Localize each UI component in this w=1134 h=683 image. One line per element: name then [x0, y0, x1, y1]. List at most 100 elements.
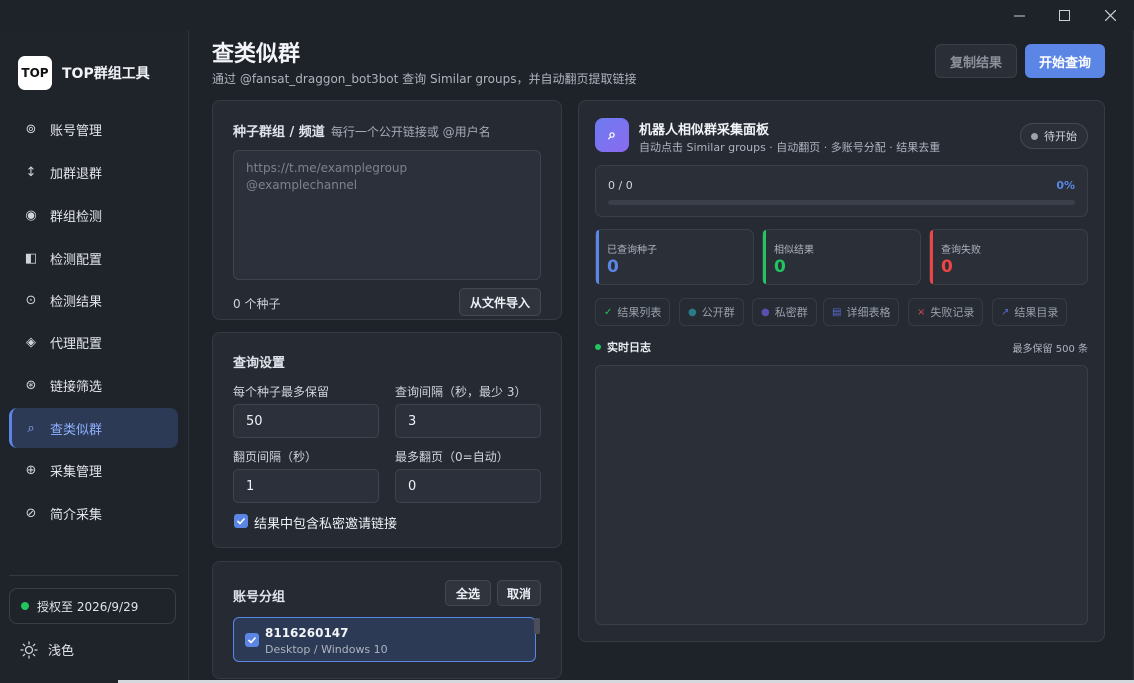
join-leave-icon: ↕	[25, 164, 37, 180]
log-header: 实时日志	[595, 339, 651, 355]
tab-public-groups[interactable]: ● 公开群	[679, 298, 744, 326]
seed-card: 种子群组 / 频道 每行一个公开链接或 @用户名 https://t.me/exa…	[212, 100, 562, 320]
tab-label: 详细表格	[846, 306, 891, 319]
sidebar-divider	[9, 575, 178, 576]
tab-result-directory[interactable]: ↗ 结果目录	[992, 298, 1068, 326]
start-query-button[interactable]: 开始查询	[1025, 44, 1105, 78]
panel-subtitle: 自动点击 Similar groups · 自动翻页 · 多账号分配 · 结果去…	[639, 141, 941, 154]
page-subtitle: 通过 @fansat_draggon_bot3bot 查询 Similar gr…	[212, 72, 637, 86]
dot-icon: ●	[688, 306, 697, 318]
stat-value: 0	[607, 257, 619, 277]
tab-private-groups[interactable]: ● 私密群	[752, 298, 817, 326]
close-icon[interactable]	[1087, 0, 1133, 30]
check-icon	[236, 517, 246, 525]
account-id: 8116260147	[265, 626, 349, 640]
stat-accent-bar	[763, 230, 766, 284]
status-dot-icon	[1031, 132, 1038, 140]
check-icon: ✓	[604, 306, 613, 318]
similar-panel: ⌕ 机器人相似群采集面板 自动点击 Similar groups · 自动翻页 …	[578, 100, 1105, 642]
stat-value: 0	[941, 257, 953, 277]
tab-label: 结果列表	[617, 306, 662, 319]
crosshair-icon: ⊕	[25, 462, 37, 478]
search-icon: ⌕	[595, 118, 629, 152]
settings-title: 查询设置	[233, 356, 286, 371]
sidebar-item-label: 简介采集	[50, 507, 103, 523]
tab-result-list[interactable]: ✓ 结果列表	[595, 298, 671, 326]
sidebar-item-bio-collect[interactable]: ⊘ 简介采集	[9, 493, 178, 533]
sidebar-item-label: 代理配置	[50, 336, 103, 352]
sidebar-item-label: 采集管理	[50, 464, 103, 480]
seed-hint: 每行一个公开链接或 @用户名	[330, 125, 491, 139]
status-dot-icon	[21, 602, 29, 610]
table-icon: ▤	[832, 306, 842, 318]
sidebar-item-join-leave[interactable]: ↕ 加群退群	[9, 152, 178, 192]
select-all-button[interactable]: 全选	[445, 580, 491, 606]
stat-queried-seeds: 已查询种子 0	[595, 229, 754, 285]
page-title: 查类似群	[212, 42, 301, 67]
max-keep-input[interactable]: 50	[233, 404, 379, 438]
maximize-icon[interactable]	[1041, 0, 1087, 30]
stat-query-failures: 查询失败 0	[929, 229, 1088, 285]
sidebar-item-label: 链接筛选	[50, 379, 103, 395]
seed-placeholder-line: https://t.me/examplegroup	[246, 161, 408, 175]
log-keep-note: 最多保留 500 条	[1012, 344, 1088, 355]
theme-toggle[interactable]: 浅色	[20, 640, 74, 659]
tab-label: 失败记录	[930, 306, 975, 319]
sidebar-item-link-filter[interactable]: ⊛ 链接筛选	[9, 365, 178, 405]
max-keep-label: 每个种子最多保留	[233, 385, 330, 399]
copy-results-button[interactable]: 复制结果	[935, 44, 1017, 78]
sidebar-item-similar-groups[interactable]: ⌕ 查类似群	[9, 408, 178, 448]
window-titlebar	[0, 0, 1134, 30]
sidebar-item-label: 查类似群	[50, 422, 103, 438]
cancel-selection-button[interactable]: 取消	[497, 580, 541, 606]
seed-title: 种子群组 / 频道	[233, 125, 325, 140]
sidebar-item-label: 加群退群	[50, 166, 103, 182]
max-pages-label: 最多翻页（0=自动）	[395, 450, 509, 464]
sidebar-item-check-results[interactable]: ⊙ 检测结果	[9, 280, 178, 320]
status-badge: 待开始	[1020, 123, 1088, 149]
interval-input[interactable]: 3	[395, 404, 541, 438]
panel-title: 机器人相似群采集面板	[639, 123, 770, 138]
import-file-button[interactable]: 从文件导入	[459, 288, 541, 316]
page-interval-label: 翻页间隔（秒）	[233, 450, 318, 464]
progress-percent: 0%	[1056, 179, 1075, 192]
page-interval-input[interactable]: 1	[233, 469, 379, 503]
stat-label: 相似结果	[774, 245, 814, 256]
accounts-title: 账号分组	[233, 590, 286, 605]
dot-icon: ●	[761, 306, 770, 318]
sidebar-item-label: 账号管理	[50, 123, 103, 139]
account-device: Desktop / Windows 10	[265, 643, 388, 656]
sidebar-item-proxy-config[interactable]: ◈ 代理配置	[9, 322, 178, 362]
tab-label: 结果目录	[1014, 306, 1059, 319]
results-circle-icon: ⊙	[25, 292, 37, 308]
account-list-item[interactable]: 8116260147 Desktop / Windows 10	[233, 617, 536, 662]
license-badge: 授权至 2026/9/29	[9, 588, 176, 624]
accounts-card: 账号分组 全选 取消 8116260147 Desktop / Windows …	[212, 561, 562, 679]
max-pages-input[interactable]: 0	[395, 469, 541, 503]
account-list-scrollbar[interactable]	[534, 618, 540, 634]
search-icon: ⌕	[27, 420, 35, 436]
sidebar-item-collect-manage[interactable]: ⊕ 采集管理	[9, 450, 178, 490]
include-private-label: 结果中包含私密邀请链接	[254, 517, 398, 532]
tab-failure-records[interactable]: × 失败记录	[908, 298, 984, 326]
seed-textarea[interactable]: https://t.me/examplegroup @examplechanne…	[233, 150, 541, 280]
stat-value: 0	[774, 257, 786, 277]
seed-card-title: 种子群组 / 频道 每行一个公开链接或 @用户名	[233, 121, 491, 140]
interval-label: 查询间隔（秒，最少 3）	[395, 385, 527, 399]
tab-label: 公开群	[701, 306, 735, 319]
progress-count: 0 / 0	[608, 179, 633, 192]
sidebar-item-label: 检测配置	[50, 252, 103, 268]
theme-label: 浅色	[48, 644, 75, 659]
sidebar-item-group-check[interactable]: ◉ 群组检测	[9, 195, 178, 235]
sidebar: TOP TOP群组工具 ⊚ 账号管理 ↕ 加群退群 ◉ 群组检测 ◧ 检测配置 …	[0, 30, 189, 683]
include-private-checkbox[interactable]	[234, 514, 248, 528]
account-checkbox[interactable]	[245, 633, 259, 647]
minimize-icon[interactable]	[996, 0, 1042, 30]
seed-placeholder-line: @examplechannel	[246, 178, 358, 192]
stat-similar-results: 相似结果 0	[762, 229, 921, 285]
sidebar-item-accounts[interactable]: ⊚ 账号管理	[9, 109, 178, 149]
stat-label: 已查询种子	[607, 245, 657, 256]
sidebar-item-check-config[interactable]: ◧ 检测配置	[9, 238, 178, 278]
log-output[interactable]	[595, 365, 1088, 625]
tab-detail-table[interactable]: ▤ 详细表格	[823, 298, 900, 326]
